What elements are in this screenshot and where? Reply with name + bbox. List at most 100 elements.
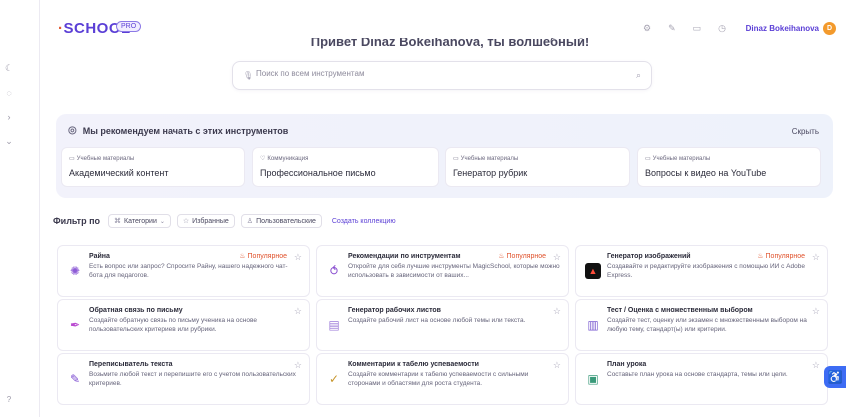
tool-name: Обратная связь по письму	[89, 307, 183, 314]
tool-name: Генератор рабочих листов	[348, 307, 441, 314]
favorite-star-icon[interactable]: ☆	[294, 306, 302, 317]
search-input[interactable]	[256, 69, 616, 78]
lightbulb-icon: ◎	[68, 125, 77, 136]
raina-robot-icon: ✺	[69, 264, 81, 278]
settings-icon[interactable]: ⚙	[643, 23, 651, 34]
favorite-star-icon[interactable]: ☆	[294, 252, 302, 263]
tool-description: Создайте комментарии к табелю успеваемос…	[348, 371, 529, 387]
recommended-card[interactable]: ▭ Учебные материалы Генератор рубрик	[445, 147, 630, 187]
popular-badge: ♨ Популярное	[239, 252, 287, 261]
hide-button[interactable]: Скрыть	[792, 127, 819, 136]
app-window: ☾ ◌ › ⌄ ·SCHOOL PRO ⚙ ✎ ▭ ◷ Dinaz Bokeih…	[0, 0, 846, 417]
card-tag: ▭ Учебные материалы	[69, 155, 135, 163]
book-icon: ▭	[645, 156, 651, 162]
accessibility-icon: ♿	[827, 370, 843, 384]
popular-badge: ♨ Популярное	[498, 252, 546, 261]
tool-card[interactable]: ✎ Переписыватель текста Возьмите любой тек…	[57, 353, 310, 405]
favorite-star-icon[interactable]: ☆	[553, 306, 561, 317]
tool-card[interactable]: ⥀ Рекомендации по инструментам Откройте дл…	[316, 245, 569, 297]
create-collection-link[interactable]: Создать коллекцию	[332, 218, 396, 225]
tool-card[interactable]: ▲ Генератор изображений Создавайте и редак…	[575, 245, 828, 297]
tool-description: Создавайте и редактируйте изображения с …	[607, 263, 805, 279]
sidebar-tools-icon[interactable]: ◌	[2, 88, 16, 98]
favorites-filter[interactable]: ☆ Избранные	[176, 214, 235, 228]
recommended-heading: ◎ Мы рекомендуем начать с этих инструмен…	[68, 125, 289, 136]
clock-icon[interactable]: ◷	[718, 23, 726, 34]
tool-description: Возьмите любой текст и перепишите его с …	[89, 371, 296, 387]
tool-name: Рекомендации по инструментам	[348, 253, 461, 260]
tool-name: Тест / Оценка с множественным выбором	[607, 307, 753, 314]
tool-name: Комментарии к табелю успеваемости	[348, 361, 479, 368]
card-tag: ▭ Учебные материалы	[453, 155, 519, 163]
favorite-star-icon[interactable]: ☆	[812, 252, 820, 263]
favorite-star-icon[interactable]: ☆	[553, 360, 561, 371]
tool-description: Откройте для себя лучшие инструменты Mag…	[348, 263, 560, 279]
favorite-star-icon[interactable]: ☆	[294, 360, 302, 371]
book-icon: ▭	[453, 156, 459, 162]
accessibility-button[interactable]: ♿	[824, 366, 846, 388]
help-icon[interactable]: ?	[0, 395, 18, 404]
microphone-icon[interactable]: 🎙	[243, 71, 253, 80]
search-box[interactable]: 🎙 ⌕	[232, 61, 652, 90]
search-icon[interactable]: ⌕	[636, 70, 641, 81]
card-tag: ♡ Коммуникация	[260, 155, 309, 163]
recommended-card[interactable]: ▭ Учебные материалы Вопросы к видео на Yo…	[637, 147, 821, 187]
chat-icon[interactable]: ▭	[693, 23, 702, 34]
left-sidebar: ☾ ◌ › ⌄	[0, 0, 40, 417]
lesson-plan-icon: ▣	[587, 372, 599, 386]
tool-name: Генератор изображений	[607, 253, 691, 260]
medal-icon: ✓	[328, 372, 340, 386]
chevron-down-icon: ⌄	[159, 218, 165, 225]
sidebar-expand-icon[interactable]: ›	[2, 112, 16, 122]
recommended-card[interactable]: ♡ Коммуникация Профессиональное письмо	[252, 147, 439, 187]
tool-description: Создайте рабочий лист на основе любой те…	[348, 317, 526, 324]
favorite-star-icon[interactable]: ☆	[553, 252, 561, 263]
fire-icon: ♨	[757, 253, 764, 260]
recommended-card[interactable]: ▭ Учебные материалы Академический контент	[61, 147, 245, 187]
star-icon: ☆	[182, 218, 190, 225]
tool-card[interactable]: ▥ Тест / Оценка с множественным выбором Со…	[575, 299, 828, 351]
avatar: D	[823, 22, 836, 35]
categories-dropdown[interactable]: ⌘ Категории ⌄	[108, 214, 171, 228]
card-title: Генератор рубрик	[453, 168, 528, 178]
tool-description: Составьте план урока на основе стандарта…	[607, 371, 788, 378]
popular-badge: ♨ Популярное	[757, 252, 805, 261]
heart-icon: ♡	[260, 156, 266, 162]
custom-filter[interactable]: ♙ Пользовательские	[240, 214, 322, 228]
adobe-express-icon: ▲	[585, 263, 601, 279]
book-icon: ▭	[69, 156, 75, 162]
filter-bar: Фильтр по ⌘ Категории ⌄ ☆ Избранные ♙ Пользо…	[53, 214, 396, 228]
tool-description: Есть вопрос или запрос? Спросите Райну, …	[89, 263, 288, 279]
top-icons: ⚙ ✎ ▭ ◷	[643, 23, 726, 34]
filter-label: Фильтр по	[53, 216, 101, 226]
recommended-tools-panel: ◎ Мы рекомендуем начать с этих инструмен…	[56, 114, 833, 198]
tool-card[interactable]: ▣ План урока Составьте план урока на основ…	[575, 353, 828, 405]
tool-name: Райна	[89, 253, 110, 260]
tool-card[interactable]: ✓ Комментарии к табелю успеваемости Создай…	[316, 353, 569, 405]
card-title: Вопросы к видео на YouTube	[645, 168, 767, 178]
user-menu[interactable]: Dinaz Bokeihanova D	[746, 22, 836, 35]
favorite-star-icon[interactable]: ☆	[812, 360, 820, 371]
user-name: Dinaz Bokeihanova	[745, 24, 819, 33]
sidebar-history-icon[interactable]: ⌄	[2, 136, 16, 147]
tool-card[interactable]: ▤ Генератор рабочих листов Создайте рабочи…	[316, 299, 569, 351]
tool-name: План урока	[607, 361, 647, 368]
user-icon: ♙	[246, 218, 254, 225]
tool-card[interactable]: ✒ Обратная связь по письму Создайте обратн…	[57, 299, 310, 351]
pen-feather-icon: ✒	[69, 318, 81, 332]
top-bar: ·SCHOOL PRO ⚙ ✎ ▭ ◷ Dinaz Bokeihanova D	[40, 0, 846, 38]
fire-icon: ♨	[498, 253, 505, 260]
card-tag: ▭ Учебные материалы	[645, 155, 711, 163]
worksheet-icon: ▤	[328, 318, 340, 332]
favorite-star-icon[interactable]: ☆	[812, 306, 820, 317]
quiz-icon: ▥	[587, 318, 599, 332]
tool-card[interactable]: ✺ Райна Есть вопрос или запрос? Спросите Р…	[57, 245, 310, 297]
category-icon: ⌘	[114, 218, 122, 225]
translate-icon[interactable]: ✎	[668, 23, 676, 34]
rewrite-icon: ✎	[69, 372, 81, 386]
greeting-title: Привет Dinaz Bokeihanova, ты волшебный!	[310, 38, 590, 49]
sidebar-collapse-icon[interactable]: ☾	[2, 63, 16, 74]
recommend-icon: ⥀	[329, 264, 339, 278]
tool-description: Создайте тест, оценку или экзамен с множ…	[607, 317, 807, 333]
card-title: Профессиональное письмо	[260, 168, 376, 178]
